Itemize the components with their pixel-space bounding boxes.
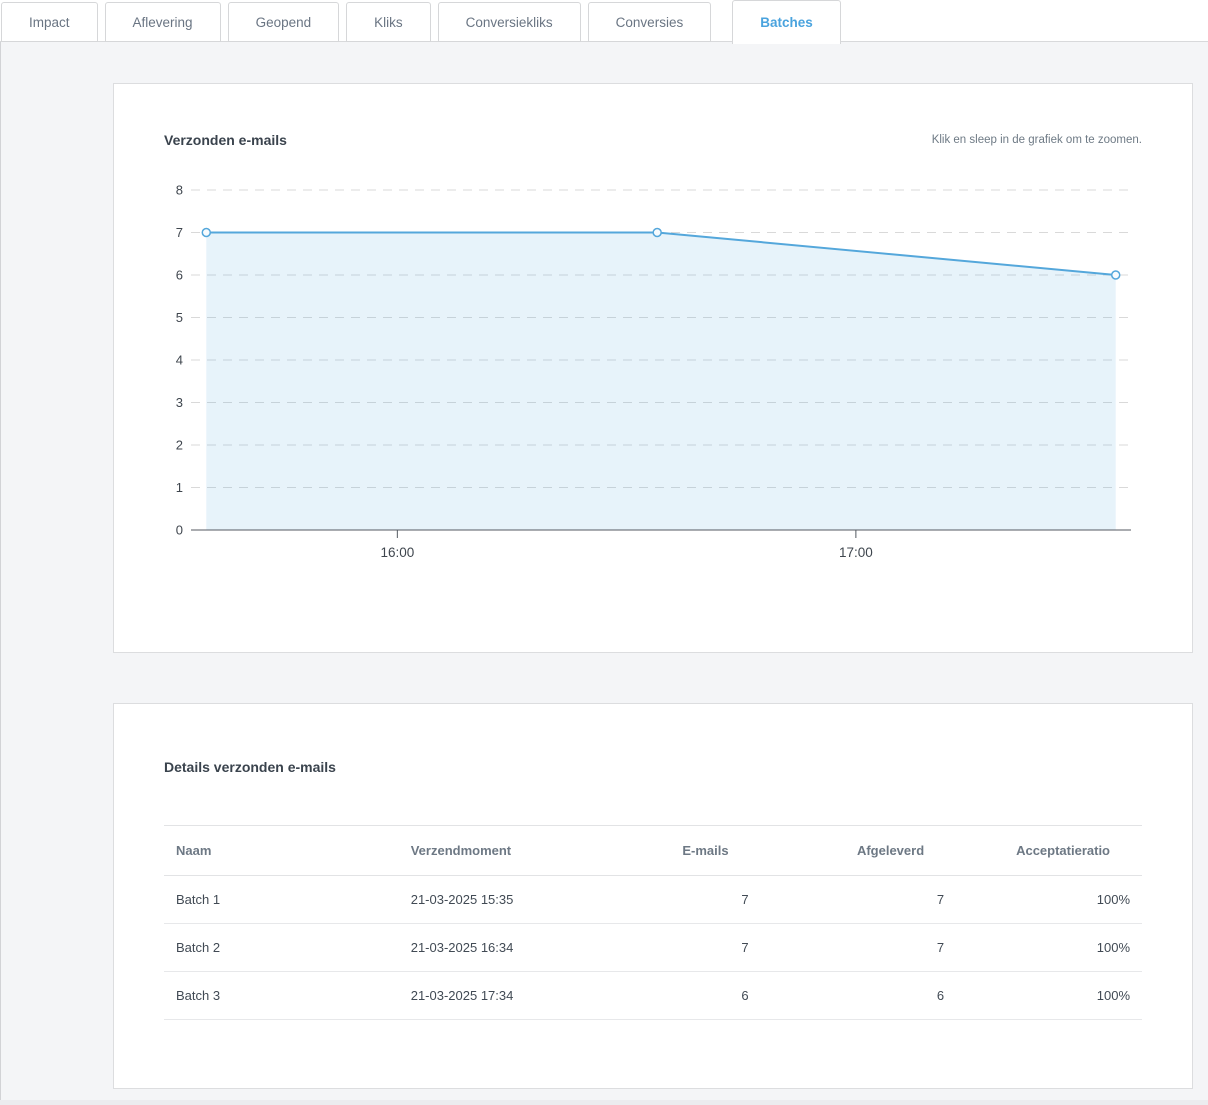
tab-conversies[interactable]: Conversies <box>588 2 712 42</box>
table-row: Batch 121-03-2025 15:3577100% <box>164 876 1142 924</box>
y-tick-label: 3 <box>176 395 183 410</box>
table-card-header: Details verzonden e-mails <box>164 759 1142 775</box>
y-tick-label: 6 <box>176 268 183 283</box>
data-point-marker <box>653 229 661 237</box>
data-point-marker <box>202 229 210 237</box>
column-header-afgeleverd: Afgeleverd <box>761 826 957 876</box>
tab-geopend[interactable]: Geopend <box>228 2 340 42</box>
y-tick-label: 1 <box>176 480 183 495</box>
page-bottom-edge <box>0 1100 1208 1105</box>
table-row: Batch 221-03-2025 16:3477100% <box>164 924 1142 972</box>
cell-afgeleverd: 6 <box>761 972 957 1020</box>
y-tick-label: 2 <box>176 438 183 453</box>
tab-conversiekliks[interactable]: Conversiekliks <box>438 2 581 42</box>
cell-afgeleverd: 7 <box>761 924 957 972</box>
cell-acceptatieratio: 100% <box>956 924 1142 972</box>
data-point-marker <box>1112 271 1120 279</box>
y-tick-label: 4 <box>176 353 183 368</box>
cell-verzendmoment: 21-03-2025 16:34 <box>399 924 653 972</box>
cell-verzendmoment: 21-03-2025 17:34 <box>399 972 653 1020</box>
cell-acceptatieratio: 100% <box>956 972 1142 1020</box>
sent-emails-card: Verzonden e-mails Klik en sleep in de gr… <box>113 83 1193 653</box>
tab-bar: ImpactAfleveringGeopendKliksConversiekli… <box>0 0 1208 42</box>
cell-verzendmoment: 21-03-2025 15:35 <box>399 876 653 924</box>
details-table: NaamVerzendmomentE-mailsAfgeleverdAccept… <box>164 825 1142 1020</box>
chart-title: Verzonden e-mails <box>164 132 287 148</box>
y-tick-label: 5 <box>176 310 183 325</box>
cell-naam: Batch 3 <box>164 972 399 1020</box>
chart-zoom-hint: Klik en sleep in de grafiek om te zoomen… <box>932 134 1142 146</box>
x-tick-label: 17:00 <box>839 545 873 560</box>
table-title: Details verzonden e-mails <box>164 759 336 775</box>
tab-aflevering[interactable]: Aflevering <box>105 2 221 42</box>
sent-emails-chart-svg: 0 1 2 3 4 5 6 7 8 16:00 17:00 <box>164 176 1144 576</box>
cell-acceptatieratio: 100% <box>956 876 1142 924</box>
cell-e-mails: 7 <box>653 876 761 924</box>
tab-kliks[interactable]: Kliks <box>346 2 431 42</box>
cell-naam: Batch 1 <box>164 876 399 924</box>
table-row: Batch 321-03-2025 17:3466100% <box>164 972 1142 1020</box>
page-left-edge <box>0 42 1 1105</box>
y-tick-label: 8 <box>176 183 183 198</box>
x-tick-label: 16:00 <box>380 545 414 560</box>
details-table-body: Batch 121-03-2025 15:3577100%Batch 221-0… <box>164 876 1142 1020</box>
column-header-naam: Naam <box>164 826 399 876</box>
sent-emails-chart[interactable]: 0 1 2 3 4 5 6 7 8 16:00 17:00 <box>164 176 1142 576</box>
column-header-verzendmoment: Verzendmoment <box>399 826 653 876</box>
tab-batches[interactable]: Batches <box>732 0 841 44</box>
series-area <box>206 233 1115 531</box>
cell-e-mails: 7 <box>653 924 761 972</box>
chart-card-header: Verzonden e-mails Klik en sleep in de gr… <box>164 132 1142 148</box>
y-tick-label: 7 <box>176 225 183 240</box>
column-header-acceptatieratio: Acceptatieratio <box>956 826 1142 876</box>
cell-afgeleverd: 7 <box>761 876 957 924</box>
column-header-e-mails: E-mails <box>653 826 761 876</box>
tab-impact[interactable]: Impact <box>1 2 98 42</box>
cell-e-mails: 6 <box>653 972 761 1020</box>
details-table-head-row: NaamVerzendmomentE-mailsAfgeleverdAccept… <box>164 826 1142 876</box>
y-tick-label: 0 <box>176 523 183 538</box>
details-card: Details verzonden e-mails NaamVerzendmom… <box>113 703 1193 1089</box>
cell-naam: Batch 2 <box>164 924 399 972</box>
